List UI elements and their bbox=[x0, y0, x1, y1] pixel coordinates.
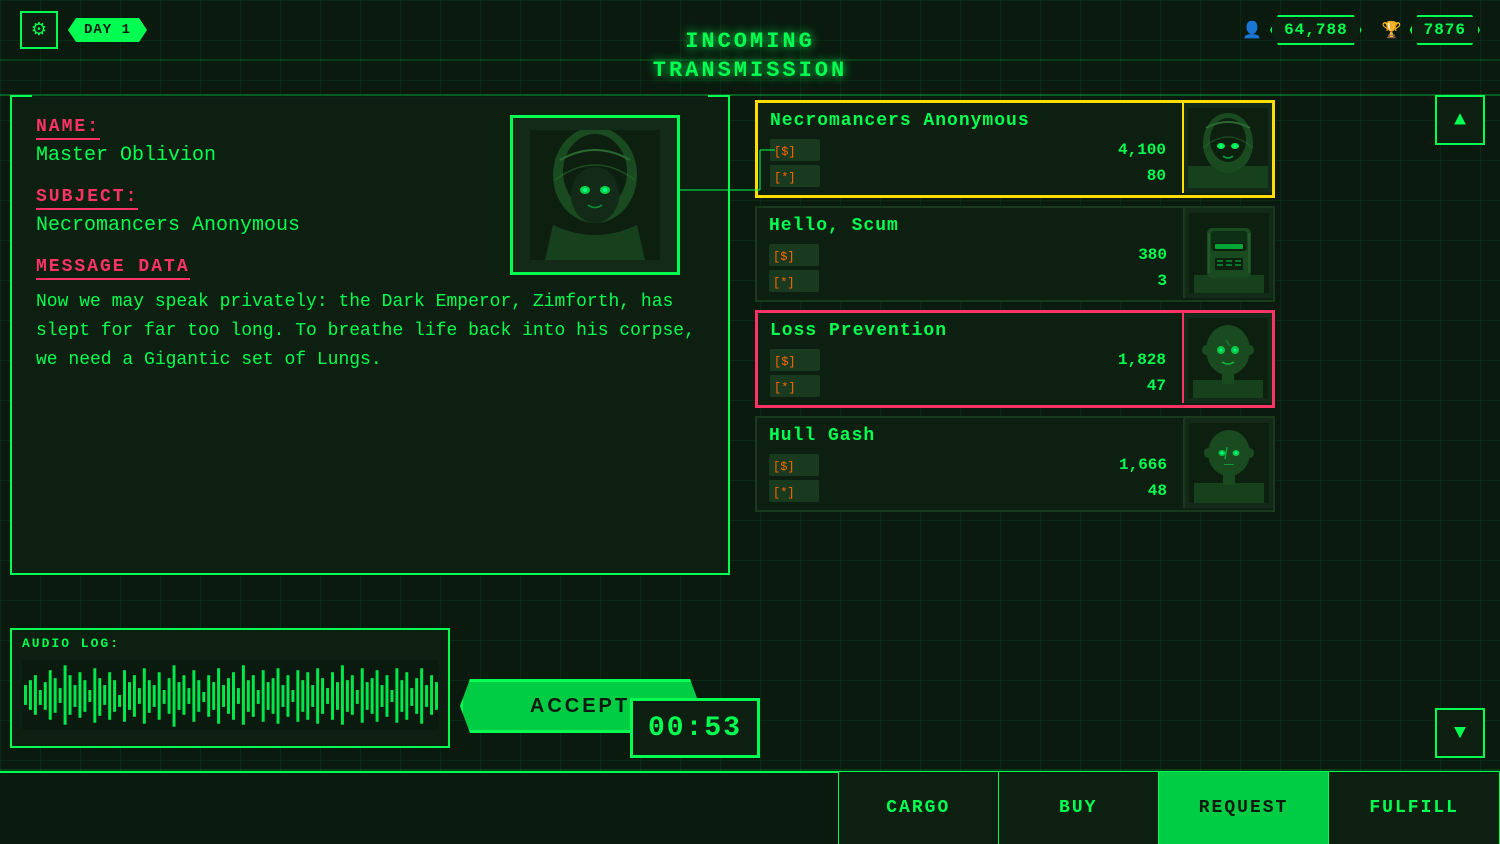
credits-icon-4: [$] bbox=[769, 454, 819, 476]
prestige-icon-4: [*] bbox=[769, 480, 819, 502]
tx-credits-4: 1,666 bbox=[1119, 456, 1171, 474]
tx-prestige-2: 3 bbox=[1157, 272, 1171, 290]
tx-title-1: Necromancers Anonymous bbox=[770, 111, 1170, 131]
prestige-value: 7876 bbox=[1410, 15, 1480, 45]
request-button[interactable]: REQUEST bbox=[1158, 772, 1329, 844]
character-portrait bbox=[510, 115, 680, 275]
portrait-face-4 bbox=[1189, 423, 1269, 503]
settings-button[interactable]: ⚙ bbox=[20, 11, 58, 49]
transmission-item-3[interactable]: Loss Prevention [$] 1,828 [*] 47 bbox=[755, 310, 1275, 408]
tx-portrait-1 bbox=[1182, 103, 1272, 193]
tx-portrait-3 bbox=[1182, 313, 1272, 403]
top-left-controls: ⚙ DAY 1 bbox=[20, 11, 147, 49]
audio-waveform bbox=[22, 655, 438, 735]
tx-prestige-row-2: [*] 3 bbox=[769, 270, 1171, 292]
tx-credits-row-1: [$] 4,100 bbox=[770, 139, 1170, 161]
prestige-icon-3: [*] bbox=[770, 375, 820, 397]
transmission-item-4[interactable]: Hull Gash [$] 1,666 [*] 48 bbox=[755, 416, 1275, 512]
tx-content-2: Hello, Scum [$] 380 [*] 3 bbox=[757, 208, 1183, 300]
bottom-navigation: CARGO BUY REQUEST FULFILL bbox=[0, 771, 1500, 843]
svg-text:[*]: [*] bbox=[773, 276, 795, 290]
tx-credits-3: 1,828 bbox=[1118, 351, 1170, 369]
day-display: DAY 1 bbox=[68, 18, 147, 42]
fulfill-button[interactable]: FULFILL bbox=[1328, 772, 1500, 844]
portrait-face-3 bbox=[1188, 318, 1268, 398]
cargo-button[interactable]: CARGO bbox=[838, 772, 998, 844]
transmission-item-1[interactable]: Necromancers Anonymous [$] 4,100 [*] 80 bbox=[755, 100, 1275, 198]
scroll-up-button[interactable]: ▲ bbox=[1435, 95, 1485, 145]
tx-stats-1: [$] 4,100 [*] 80 bbox=[770, 139, 1170, 187]
tx-prestige-3: 47 bbox=[1147, 377, 1170, 395]
prestige-icon: 🏆 bbox=[1382, 20, 1402, 40]
audio-log-label: AUDIO LOG: bbox=[22, 636, 438, 651]
tx-prestige-1: 80 bbox=[1147, 167, 1170, 185]
scroll-down-button[interactable]: ▼ bbox=[1435, 708, 1485, 758]
tx-credits-1: 4,100 bbox=[1118, 141, 1170, 159]
svg-text:[*]: [*] bbox=[774, 381, 796, 395]
top-right-stats: 👤 64,788 🏆 7876 bbox=[1242, 15, 1480, 45]
transmission-item-2[interactable]: Hello, Scum [$] 380 [*] 3 bbox=[755, 206, 1275, 302]
portrait-face-2 bbox=[1189, 213, 1269, 293]
tx-content-3: Loss Prevention [$] 1,828 [*] 47 bbox=[758, 313, 1182, 405]
tx-credits-2: 380 bbox=[1138, 246, 1171, 264]
message-body: Now we may speak privately: the Dark Emp… bbox=[36, 288, 704, 374]
tx-prestige-row-3: [*] 47 bbox=[770, 375, 1170, 397]
credits-icon-1: [$] bbox=[770, 139, 820, 161]
svg-text:[$]: [$] bbox=[774, 145, 796, 159]
tx-credits-row-3: [$] 1,828 bbox=[770, 349, 1170, 371]
tx-prestige-row-4: [*] 48 bbox=[769, 480, 1171, 502]
tx-title-4: Hull Gash bbox=[769, 426, 1171, 446]
credits-icon: 👤 bbox=[1242, 20, 1262, 40]
svg-text:[$]: [$] bbox=[773, 250, 795, 264]
tx-portrait-4 bbox=[1183, 418, 1273, 508]
svg-text:[$]: [$] bbox=[773, 460, 795, 474]
portrait-face-1 bbox=[1188, 108, 1268, 188]
tx-content-4: Hull Gash [$] 1,666 [*] 48 bbox=[757, 418, 1183, 510]
prestige-display: 🏆 7876 bbox=[1382, 15, 1480, 45]
tx-stats-3: [$] 1,828 [*] 47 bbox=[770, 349, 1170, 397]
credits-icon-3: [$] bbox=[770, 349, 820, 371]
prestige-icon-2: [*] bbox=[769, 270, 819, 292]
tx-title-2: Hello, Scum bbox=[769, 216, 1171, 236]
credits-value: 64,788 bbox=[1270, 15, 1362, 45]
svg-text:[*]: [*] bbox=[774, 171, 796, 185]
transmissions-panel: Necromancers Anonymous [$] 4,100 [*] 80 bbox=[755, 100, 1335, 763]
audio-log-panel: AUDIO LOG: bbox=[10, 628, 450, 748]
tx-credits-row-4: [$] 1,666 bbox=[769, 454, 1171, 476]
character-face-svg bbox=[530, 130, 660, 260]
tx-prestige-4: 48 bbox=[1148, 482, 1171, 500]
tx-content-1: Necromancers Anonymous [$] 4,100 [*] 80 bbox=[758, 103, 1182, 195]
credits-icon-2: [$] bbox=[769, 244, 819, 266]
credits-display: 👤 64,788 bbox=[1242, 15, 1362, 45]
tx-prestige-row-1: [*] 80 bbox=[770, 165, 1170, 187]
tx-stats-4: [$] 1,666 [*] 48 bbox=[769, 454, 1171, 502]
prestige-icon-1: [*] bbox=[770, 165, 820, 187]
buy-button[interactable]: BUY bbox=[998, 772, 1158, 844]
tx-title-3: Loss Prevention bbox=[770, 321, 1170, 341]
tx-portrait-2 bbox=[1183, 208, 1273, 298]
timer-display: 00:53 bbox=[630, 698, 760, 758]
transmission-header: INCOMING TRANSMISSION bbox=[653, 28, 847, 85]
tx-credits-row-2: [$] 380 bbox=[769, 244, 1171, 266]
portrait-inner bbox=[513, 118, 677, 272]
svg-text:[*]: [*] bbox=[773, 486, 795, 500]
svg-text:[$]: [$] bbox=[774, 355, 796, 369]
tx-stats-2: [$] 380 [*] 3 bbox=[769, 244, 1171, 292]
